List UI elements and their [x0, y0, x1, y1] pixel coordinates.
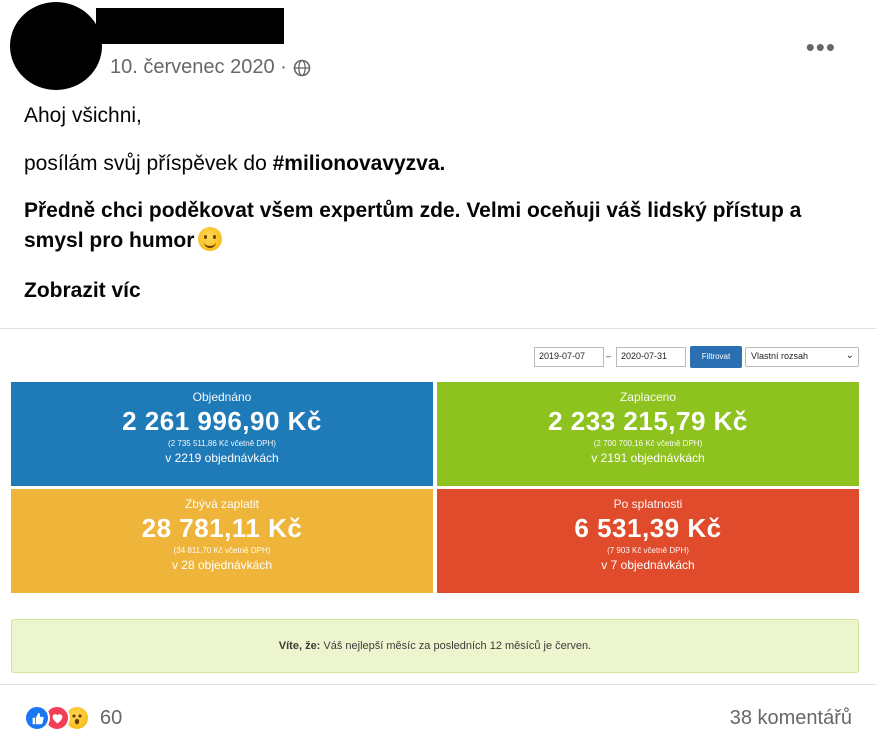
tile-ordered: Objednáno 2 261 996,90 Kč (2 735 511,86 … — [11, 382, 433, 486]
tile-vat: (2 735 511,86 Kč včetně DPH) — [168, 439, 276, 448]
post-meta: 10. červenec 2020 · — [110, 56, 311, 79]
tile-amount: 2 261 996,90 Kč — [122, 406, 322, 436]
reaction-count: 60 — [100, 706, 123, 729]
tile-vat: (2 700 700,16 Kč včetně DPH) — [593, 439, 703, 448]
post-date[interactable]: 10. červenec 2020 · — [110, 56, 287, 79]
tip-text: Váš nejlepší měsíc za posledních 12 měsí… — [320, 640, 592, 652]
filter-button: Filtrovat — [690, 346, 742, 368]
post-line-intro: posílám svůj příspěvek do #milionovavyzv… — [24, 149, 824, 179]
tile-label: Zbývá zaplatit — [184, 497, 260, 511]
tile-paid: Zaplaceno 2 233 215,79 Kč (2 700 700,16 … — [437, 382, 859, 486]
tile-amount: 6 531,39 Kč — [574, 513, 722, 543]
tile-label: Objednáno — [192, 390, 252, 404]
date-to-input: 2020-07-31 — [616, 347, 686, 367]
tile-vat: (7 903 Kč včetně DPH) — [607, 546, 689, 555]
tile-amount: 2 233 215,79 Kč — [548, 406, 748, 436]
hashtag-link[interactable]: #milionovavyzva. — [273, 152, 446, 175]
more-options-icon[interactable]: ••• — [806, 34, 836, 60]
tile-vat: (34 811,70 Kč včetně DPH) — [173, 546, 271, 555]
tip-banner: Víte, že: Váš nejlepší měsíc za poslední… — [11, 619, 859, 673]
tile-amount: 28 781,11 Kč — [141, 513, 303, 543]
tile-count: v 28 objednávkách — [171, 558, 273, 572]
thanks-text: Předně chci poděkovat všem expertům zde.… — [24, 199, 802, 252]
date-from-input: 2019-07-07 — [534, 347, 604, 367]
intro-text: posílám svůj příspěvek do — [24, 152, 273, 175]
chevron-down-icon: ⌄ — [845, 350, 854, 361]
range-select-value: Vlastní rozsah — [751, 351, 809, 361]
reactions-summary[interactable]: 60 — [24, 705, 122, 731]
tile-count: v 7 objednávkách — [601, 558, 695, 572]
globe-icon — [293, 59, 311, 76]
range-select: Vlastní rozsah ⌄ — [745, 347, 859, 367]
divider — [0, 684, 876, 685]
post-line-greeting: Ahoj všichni, — [24, 104, 142, 127]
like-icon — [24, 705, 50, 731]
tile-remaining: Zbývá zaplatit 28 781,11 Kč (34 811,70 K… — [11, 489, 433, 593]
see-more-link[interactable]: Zobrazit víc — [24, 276, 824, 306]
tile-count: v 2219 objednávkách — [165, 451, 279, 465]
tile-count: v 2191 objednávkách — [591, 451, 705, 465]
post-line-thanks: Předně chci poděkovat všem expertům zde.… — [24, 196, 824, 256]
tile-label: Zaplaceno — [619, 390, 677, 404]
grinning-face-icon — [198, 227, 223, 251]
comments-count-link[interactable]: 38 komentářů — [730, 707, 852, 730]
tile-overdue: Po splatnosti 6 531,39 Kč (7 903 Kč včet… — [437, 489, 859, 593]
tip-prefix: Víte, že: — [278, 640, 321, 652]
tile-label: Po splatnosti — [613, 497, 683, 511]
date-separator: – — [606, 351, 612, 361]
avatar[interactable] — [10, 2, 102, 90]
author-name-redacted[interactable] — [96, 8, 284, 44]
